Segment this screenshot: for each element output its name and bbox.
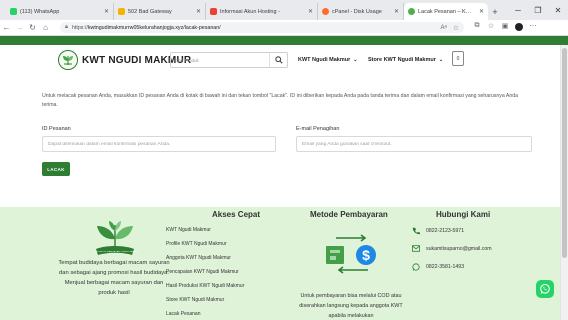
- whatsapp-icon: [412, 263, 421, 271]
- home-icon[interactable]: ⌂: [39, 23, 52, 32]
- browser-tab-lacak-pesanan[interactable]: Lacak Pesanan – KWT Ngudi ✕: [404, 3, 488, 20]
- mail-favicon-icon: [210, 8, 217, 15]
- order-id-input[interactable]: [42, 136, 276, 152]
- cart-count: 0: [456, 55, 460, 62]
- search-icon: [274, 56, 283, 64]
- browser-tab-strip: (113) WhatsApp ✕ 502 Bad Gateway ✕ Infor…: [0, 0, 568, 20]
- window-controls: ─ ❐ ✕: [508, 0, 568, 20]
- reload-icon[interactable]: ↻: [26, 23, 39, 32]
- footer-link-store[interactable]: Store KWT Ngudi Makmur: [166, 297, 224, 303]
- footer-link-hasil-produksi[interactable]: Hasil Produksi KWT Ngudi Makmur: [166, 283, 244, 289]
- footer-link-anggota[interactable]: Anggota KWT Ngudi Makmur: [166, 255, 231, 261]
- footer-heading-contact: Hubungi Kami: [436, 210, 491, 219]
- more-menu-icon[interactable]: ⋯: [526, 22, 540, 33]
- leaf-logo-icon: [63, 56, 73, 65]
- chevron-down-icon: ⌄: [438, 57, 444, 63]
- product-search: [170, 52, 288, 68]
- search-button[interactable]: [269, 53, 287, 67]
- toolbar-icons: ⧉ ☆ ▣ ⋯: [470, 22, 540, 33]
- phone-icon: [412, 227, 421, 235]
- close-window-icon[interactable]: ✕: [548, 6, 568, 15]
- forward-arrow-icon[interactable]: →: [13, 23, 26, 32]
- lock-icon: 🔒︎: [65, 24, 68, 30]
- browser-tab-hosting[interactable]: Informasi Akun Hosting - ✕: [206, 3, 318, 20]
- url-field[interactable]: 🔒︎ https://kwtngudimakmurrw05kelurahanjo…: [60, 22, 464, 33]
- browser-address-bar: ← → ↻ ⌂ 🔒︎ https://kwtngudimakmurrw05kel…: [0, 20, 568, 36]
- new-tab-button[interactable]: +: [488, 3, 502, 20]
- tab-close-icon[interactable]: ✕: [308, 8, 313, 15]
- contact-whatsapp[interactable]: 0822-3581-1493: [412, 263, 464, 271]
- chevron-down-icon: ⌄: [353, 57, 358, 63]
- collections-icon[interactable]: ▣: [498, 22, 512, 33]
- footer-link-kwt[interactable]: KWT Ngudi Makmur: [166, 227, 211, 233]
- cpanel-favicon-icon: [322, 8, 329, 15]
- order-id-label: ID Pesanan: [42, 126, 71, 132]
- kwt-favicon-icon: [408, 8, 415, 15]
- payment-description: Untuk pembayaran bisa melalui COD atau d…: [299, 293, 403, 319]
- cart-button[interactable]: 0: [452, 51, 464, 66]
- billing-email-input[interactable]: [296, 136, 532, 152]
- nav-kwt-ngudi-makmur[interactable]: KWT Ngudi Makmur ⌄: [298, 57, 357, 63]
- tab-close-icon[interactable]: ✕: [104, 8, 109, 15]
- favorites-icon[interactable]: ☆: [484, 22, 498, 33]
- mail-icon: [412, 245, 421, 252]
- contact-phone[interactable]: 0822-2123-5971: [412, 227, 464, 235]
- whatsapp-icon: [540, 283, 550, 294]
- minimize-icon[interactable]: ─: [508, 6, 528, 15]
- browser-tab-whatsapp[interactable]: (113) WhatsApp ✕: [6, 3, 114, 20]
- read-aloud-icon[interactable]: Aᵃ: [440, 25, 446, 31]
- track-order-instructions: Untuk melacak pesanan Anda, masukkan ID …: [42, 93, 519, 108]
- footer-link-pencapaian[interactable]: Pencapaian KWT Ngudi Makmur: [166, 269, 239, 275]
- tab-close-icon[interactable]: ✕: [394, 8, 399, 15]
- tab-close-icon[interactable]: ✕: [479, 8, 484, 15]
- footer-heading-payment: Metode Pembayaran: [310, 210, 388, 219]
- footer-link-profile[interactable]: Profile KWT Ngudi Makmur: [166, 241, 226, 247]
- search-input[interactable]: [171, 53, 269, 67]
- kwt-leaf-logo-icon: [96, 221, 134, 255]
- page-scrollbar-thumb[interactable]: [562, 48, 567, 258]
- browser-tab-cpanel[interactable]: cPanel - Disk Usage ✕: [318, 3, 404, 20]
- nav-store[interactable]: Store KWT Ngudi Makmur ⌄: [368, 57, 443, 63]
- footer-description: Tempat budidaya berbagai macam sayuran d…: [58, 260, 170, 296]
- avatar: [515, 23, 523, 31]
- footer-heading-quick-access: Akses Cepat: [212, 210, 261, 219]
- billing-email-label: E-mail Penagihan: [296, 126, 340, 132]
- url-path: kwtngudimakmurrw05kelurahanjogja.xyz/lac…: [87, 24, 221, 31]
- site-logo[interactable]: [58, 50, 78, 70]
- url-scheme: https://: [71, 24, 88, 31]
- whatsapp-chat-button[interactable]: [536, 280, 554, 298]
- footer-logo: [88, 219, 142, 259]
- whatsapp-favicon-icon: [10, 8, 17, 15]
- warning-favicon-icon: [118, 8, 125, 15]
- browser-tab-bad-gateway[interactable]: 502 Bad Gateway ✕: [114, 3, 206, 20]
- maximize-icon[interactable]: ❐: [528, 6, 548, 15]
- favorite-star-icon[interactable]: ☆: [453, 24, 459, 32]
- footer-logo-text: KELOMPOK WANITA TANI "NGUDI MAKMUR": [94, 251, 138, 253]
- contact-email[interactable]: sukamtisuparno@gmail.com: [412, 245, 492, 252]
- extensions-icon[interactable]: ⧉: [470, 22, 484, 33]
- site-top-stripe: [0, 36, 568, 45]
- svg-text:$: $: [362, 247, 370, 263]
- back-arrow-icon[interactable]: ←: [0, 23, 13, 32]
- tab-close-icon[interactable]: ✕: [196, 8, 201, 15]
- payment-exchange-icon: $: [322, 228, 382, 278]
- track-order-button[interactable]: LACAK: [42, 162, 70, 176]
- footer-link-lacak-pesanan[interactable]: Lacak Pesanan: [166, 311, 200, 317]
- profile-avatar[interactable]: [512, 22, 526, 33]
